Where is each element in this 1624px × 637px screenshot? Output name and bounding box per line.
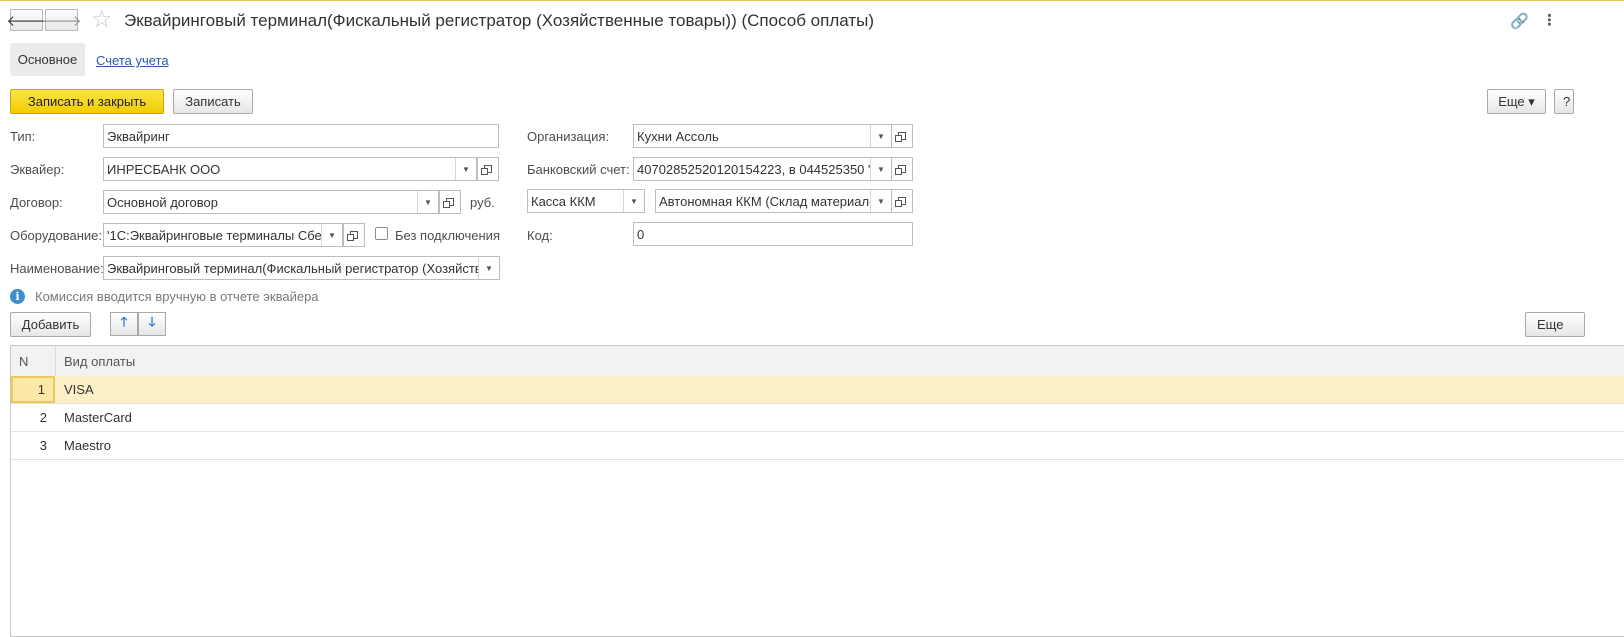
currency-label: руб. (470, 195, 495, 210)
equipment-label: Оборудование: (10, 228, 103, 243)
link-icon[interactable]: 🔗 (1510, 12, 1529, 30)
type-field[interactable]: Эквайринг (103, 124, 499, 148)
page-title: Эквайринговый терминал(Фискальный регист… (124, 11, 875, 30)
more-button[interactable]: Еще ▾ (1487, 89, 1546, 114)
open-kassa-button[interactable] (891, 189, 913, 213)
save-and-close-button[interactable]: Записать и закрыть (10, 89, 164, 114)
move-up-button[interactable]: 🡑 (110, 312, 138, 336)
tab-main[interactable]: Основное (10, 43, 85, 76)
no-connection-label: Без подключения (395, 228, 500, 243)
kassa-type-field[interactable]: Касса ККМ ▼ (527, 189, 645, 213)
acquirer-field[interactable]: ИНРЕСБАНК ООО ▼ (103, 157, 477, 181)
no-connection-checkbox[interactable] (375, 227, 388, 240)
table-header: N Вид оплаты (11, 346, 1624, 377)
payment-type-cell: Maestro (64, 438, 111, 453)
move-down-button[interactable]: 🡓 (138, 312, 166, 336)
tab-accounts[interactable]: Счета учета (96, 53, 169, 68)
chevron-down-icon[interactable]: ▼ (870, 190, 891, 212)
chevron-down-icon[interactable]: ▼ (623, 190, 644, 212)
table-more-button[interactable]: Еще (1525, 312, 1585, 337)
commission-hint: Комиссия вводится вручную в отчете эквай… (35, 289, 319, 304)
bank-account-label: Банковский счет: (527, 162, 630, 177)
row-number: 2 (39, 410, 47, 425)
favorite-star-icon[interactable]: ☆ (91, 7, 113, 33)
row-number: 1 (11, 376, 55, 403)
column-header-n[interactable]: N (19, 354, 28, 369)
payment-type-cell: VISA (64, 382, 94, 397)
name-label: Наименование: (10, 261, 104, 276)
help-button[interactable]: ? (1554, 89, 1574, 114)
code-field[interactable]: 0 (633, 222, 913, 246)
column-header-payment-type[interactable]: Вид оплаты (64, 354, 135, 369)
acquirer-label: Эквайер: (10, 162, 65, 177)
code-label: Код: (527, 228, 553, 243)
payment-types-table[interactable]: N Вид оплаты 1 VISA 2 MasterCard 3 Maest… (10, 345, 1624, 637)
chevron-down-icon[interactable]: ▼ (870, 125, 891, 147)
organization-field[interactable]: Кухни Ассоль ▼ (633, 124, 892, 148)
top-accent-line (0, 0, 1624, 1)
open-window-icon (895, 132, 906, 142)
forward-button[interactable]: 🡒 (41, 9, 82, 31)
equipment-field[interactable]: '1С:Эквайринговые терминалы Сберб ▼ (103, 223, 343, 247)
open-acquirer-button[interactable] (477, 157, 499, 181)
open-window-icon (895, 197, 906, 207)
chevron-down-icon[interactable]: ▼ (321, 224, 342, 246)
open-bank-account-button[interactable] (891, 157, 913, 181)
chevron-down-icon[interactable]: ▼ (417, 191, 438, 213)
row-number: 3 (39, 438, 47, 453)
chevron-down-icon[interactable]: ▼ (455, 158, 476, 180)
type-label: Тип: (10, 129, 36, 144)
add-button[interactable]: Добавить (10, 312, 91, 337)
chevron-down-icon[interactable]: ▼ (478, 257, 499, 279)
contract-label: Договор: (10, 195, 63, 210)
table-row[interactable]: 1 VISA (11, 376, 1624, 404)
arrow-right-icon: 🡒 (41, 12, 82, 30)
open-window-icon (895, 165, 906, 175)
chevron-down-icon[interactable]: ▼ (870, 158, 891, 180)
kebab-menu-icon[interactable]: ⋮ (1542, 11, 1557, 29)
organization-label: Организация: (527, 129, 610, 144)
table-row[interactable]: 2 MasterCard (11, 404, 1624, 432)
name-field[interactable]: Эквайринговый терминал(Фискальный регист… (103, 256, 500, 280)
contract-field[interactable]: Основной договор ▼ (103, 190, 439, 214)
table-row[interactable]: 3 Maestro (11, 432, 1624, 460)
info-icon: i (10, 289, 25, 304)
arrow-down-icon: 🡓 (148, 314, 156, 329)
kassa-field[interactable]: Автономная ККМ (Склад материалов ▼ (655, 189, 892, 213)
back-button[interactable]: 🡐 (6, 9, 47, 31)
save-button[interactable]: Записать (173, 89, 253, 114)
payment-type-cell: MasterCard (64, 410, 132, 425)
open-window-icon (443, 198, 454, 208)
bank-account-field[interactable]: 40702852520120154223, в 044525350 "А ▼ (633, 157, 892, 181)
open-contract-button[interactable] (439, 190, 461, 214)
arrow-up-icon: 🡑 (120, 314, 128, 329)
open-window-icon (481, 165, 492, 175)
open-organization-button[interactable] (891, 124, 913, 148)
open-equipment-button[interactable] (343, 223, 365, 247)
column-divider (55, 346, 56, 376)
open-window-icon (347, 231, 358, 241)
